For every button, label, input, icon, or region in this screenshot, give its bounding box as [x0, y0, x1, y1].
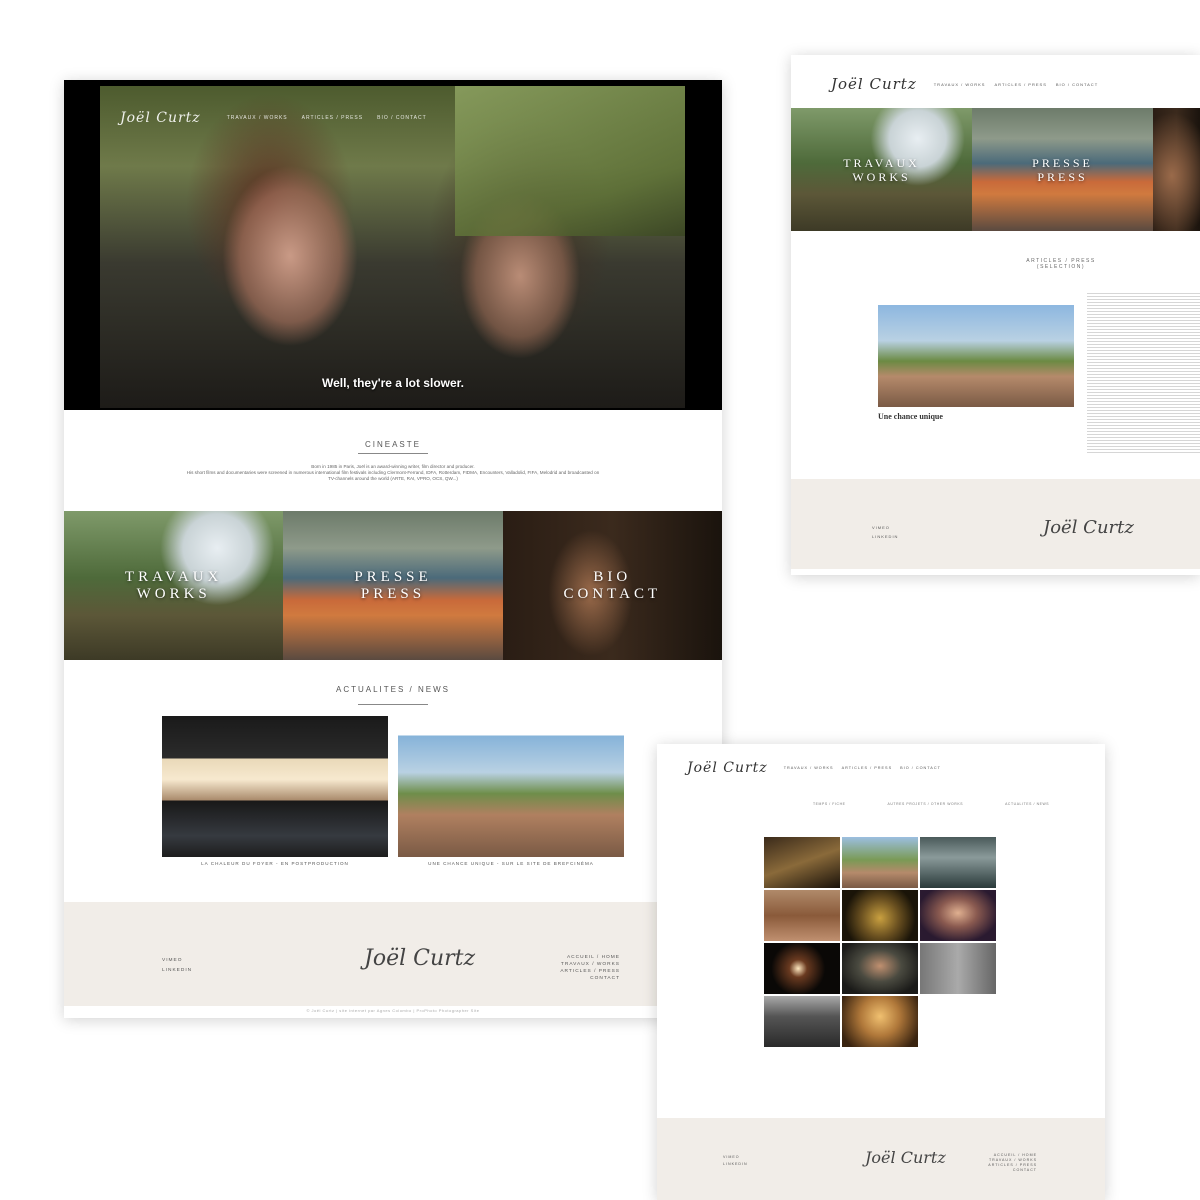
footer-social-links: VIMEO LINKEDIN	[872, 523, 898, 541]
tile-label: WORKS	[852, 169, 911, 184]
work-thumbnail[interactable]	[764, 943, 840, 994]
tile-label: WORKS	[136, 585, 211, 602]
work-thumbnail[interactable]	[920, 890, 996, 941]
work-thumbnail[interactable]	[920, 943, 996, 994]
tile-bio-contact[interactable]	[1153, 108, 1200, 231]
nav-link-works[interactable]: TRAVAUX / WORKS	[227, 115, 288, 121]
news-card[interactable]: UNE CHANCE UNIQUE - SUR LE SITE DE BREFC…	[398, 716, 624, 866]
footer-social-links: VIMEO LINKEDIN	[723, 1154, 748, 1168]
footer-link-contact[interactable]: CONTACT	[988, 1168, 1037, 1173]
news-image[interactable]	[398, 716, 624, 857]
footer-logo[interactable]: Joël Curtz	[1043, 517, 1134, 538]
footer-link-works[interactable]: TRAVAUX / WORKS	[560, 961, 620, 968]
tile-label: PRESSE	[1032, 155, 1093, 170]
vimeo-link[interactable]: VIMEO	[872, 523, 898, 532]
nav-link-press[interactable]: ARTICLES / PRESS	[994, 82, 1046, 87]
work-thumbnail[interactable]	[842, 890, 918, 941]
linkedin-link[interactable]: LINKEDIN	[723, 1161, 748, 1168]
tile-press[interactable]: PRESSE PRESS	[283, 511, 503, 660]
linkedin-link[interactable]: LINKEDIN	[162, 966, 192, 976]
nav-link-bio[interactable]: BIO / CONTACT	[1056, 82, 1098, 87]
site-logo[interactable]: Joël Curtz	[687, 760, 768, 776]
article-text-block	[1087, 293, 1200, 453]
bio-line: TV-channels around the world (ARTE, RAI,…	[328, 476, 458, 481]
section-tiles: TRAVAUX WORKS PRESSE PRESS	[791, 108, 1200, 231]
navigation: Joël Curtz TRAVAUX / WORKS ARTICLES / PR…	[831, 75, 1098, 93]
work-thumbnail[interactable]	[764, 837, 840, 888]
work-thumbnail[interactable]	[842, 837, 918, 888]
filter-item[interactable]: AUTRES PROJETS / OTHER WORKS	[887, 802, 963, 806]
news-image[interactable]	[162, 716, 388, 857]
copyright: © Joël Curtz | site internet par Agnes C…	[306, 1008, 480, 1013]
tile-label: PRESSE	[354, 568, 432, 585]
nav-link-works[interactable]: TRAVAUX / WORKS	[934, 82, 986, 87]
tile-works[interactable]: TRAVAUX WORKS	[791, 108, 972, 231]
news-card[interactable]: LA CHALEUR DU FOYER - EN POSTPRODUCTION	[162, 716, 388, 866]
section-tiles: TRAVAUX WORKS PRESSE PRESS BIO CONTACT	[64, 511, 722, 660]
footer: VIMEO LINKEDIN Joël Curtz ACCUEIL / HOME…	[657, 1118, 1105, 1200]
article-image	[878, 305, 1074, 407]
work-thumbnail[interactable]	[842, 996, 918, 1047]
footer-logo[interactable]: Joël Curtz	[865, 1148, 946, 1167]
footer-social-links: VIMEO LINKEDIN	[162, 956, 192, 976]
site-logo[interactable]: Joël Curtz	[120, 110, 201, 126]
work-thumbnail[interactable]	[764, 996, 840, 1047]
footer-link-press[interactable]: ARTICLES / PRESS	[560, 968, 620, 975]
tile-label: TRAVAUX	[124, 568, 223, 585]
tile-label: PRESS	[1037, 169, 1088, 184]
section-subtitle: (SELECTION)	[1036, 264, 1086, 270]
articles-heading: ARTICLES / PRESS (SELECTION)	[961, 258, 1161, 270]
divider	[358, 453, 428, 454]
tile-press[interactable]: PRESSE PRESS	[972, 108, 1153, 231]
footer-link-home[interactable]: ACCUEIL / HOME	[560, 954, 620, 961]
news-list: LA CHALEUR DU FOYER - EN POSTPRODUCTION …	[162, 716, 624, 866]
work-thumbnail[interactable]	[920, 837, 996, 888]
navigation: Joël Curtz TRAVAUX / WORKS ARTICLES / PR…	[687, 760, 941, 776]
nav-link-press[interactable]: ARTICLES / PRESS	[302, 115, 363, 121]
work-thumbnail[interactable]	[764, 890, 840, 941]
filter-item[interactable]: TEMPS / FICHE	[813, 802, 845, 806]
footer: VIMEO LINKEDIN Joël Curtz	[791, 479, 1200, 569]
article-title[interactable]: Une chance unique	[878, 412, 943, 421]
tile-label: PRESS	[360, 585, 426, 602]
cineaste-heading: CINEASTE	[364, 440, 421, 449]
category-filters: TEMPS / FICHE AUTRES PROJETS / OTHER WOR…	[813, 802, 1049, 806]
works-grid	[764, 837, 998, 1047]
nav-link-press[interactable]: ARTICLES / PRESS	[842, 766, 893, 770]
vimeo-link[interactable]: VIMEO	[723, 1154, 748, 1161]
bio-text: Born in 1985 in Paris, Joël is an award-…	[154, 464, 632, 482]
article-screenshot[interactable]: Une chance unique	[878, 290, 1074, 450]
tile-label: TRAVAUX	[843, 155, 920, 170]
nav-link-bio[interactable]: BIO / CONTACT	[900, 766, 941, 770]
tile-bio-contact[interactable]: BIO CONTACT	[502, 511, 722, 660]
footer-nav: ACCUEIL / HOME TRAVAUX / WORKS ARTICLES …	[560, 954, 620, 982]
divider	[358, 704, 428, 705]
news-caption[interactable]: UNE CHANCE UNIQUE - SUR LE SITE DE BREFC…	[398, 861, 624, 866]
footer-logo[interactable]: Joël Curtz	[364, 946, 475, 971]
tile-works[interactable]: TRAVAUX WORKS	[64, 511, 284, 660]
linkedin-link[interactable]: LINKEDIN	[872, 532, 898, 541]
articles-page-mockup: Joël Curtz TRAVAUX / WORKS ARTICLES / PR…	[791, 55, 1200, 575]
footer-link-contact[interactable]: CONTACT	[560, 975, 620, 982]
work-thumbnail[interactable]	[842, 943, 918, 994]
video-subtitle: Well, they're a lot slower.	[321, 376, 464, 390]
hero-navigation: Joël Curtz TRAVAUX / WORKS ARTICLES / PR…	[120, 110, 427, 126]
tile-label: BIO	[593, 568, 632, 585]
nav-link-bio[interactable]: BIO / CONTACT	[377, 115, 427, 121]
nav-link-works[interactable]: TRAVAUX / WORKS	[784, 766, 834, 770]
news-caption[interactable]: LA CHALEUR DU FOYER - EN POSTPRODUCTION	[162, 861, 388, 866]
footer-nav: ACCUEIL / HOME TRAVAUX / WORKS ARTICLES …	[988, 1153, 1037, 1173]
site-logo[interactable]: Joël Curtz	[831, 75, 917, 93]
hero-still-image	[100, 86, 685, 408]
filter-item[interactable]: ACTUALITES / NEWS	[1005, 802, 1049, 806]
hero-video[interactable]: Joël Curtz TRAVAUX / WORKS ARTICLES / PR…	[64, 80, 722, 410]
footer: VIMEO LINKEDIN Joël Curtz ACCUEIL / HOME…	[64, 902, 722, 1006]
vimeo-link[interactable]: VIMEO	[162, 956, 192, 966]
tile-label: CONTACT	[563, 585, 662, 602]
news-heading: ACTUALITES / NEWS	[335, 685, 450, 694]
works-page-mockup: Joël Curtz TRAVAUX / WORKS ARTICLES / PR…	[657, 744, 1105, 1200]
homepage-mockup: Joël Curtz TRAVAUX / WORKS ARTICLES / PR…	[64, 80, 722, 1018]
